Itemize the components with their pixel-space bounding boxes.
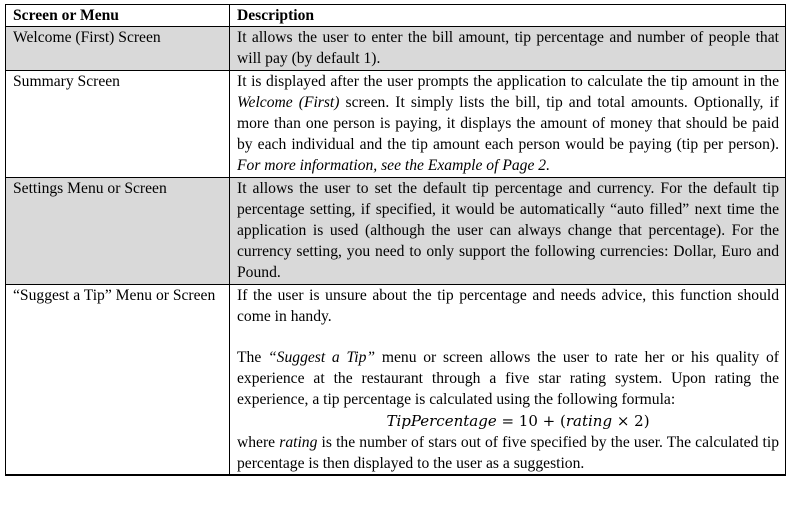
row-description-welcome: It allows the user to enter the bill amo… (229, 26, 786, 71)
suggest-tip-para1: If the user is unsure about the tip perc… (237, 286, 779, 325)
row-description-summary: It is displayed after the user prompts t… (229, 69, 786, 178)
row-name-summary: Summary Screen (5, 69, 230, 178)
formula-rest: × 2) (612, 411, 650, 430)
summary-text-note: For more information, see the Example of… (237, 157, 550, 175)
header-screen-or-menu: Screen or Menu (5, 3, 230, 28)
formula-eq: = 10 + ( (496, 411, 566, 430)
suggest-para2-before: The (237, 349, 268, 367)
table-row-summary: Summary Screen It is displayed after the… (5, 69, 786, 178)
table-row-settings: Settings Menu or Screen It allows the us… (5, 176, 786, 285)
table-row-welcome: Welcome (First) Screen It allows the use… (5, 26, 786, 71)
row-description-suggest-tip: If the user is unsure about the tip perc… (229, 283, 786, 477)
suggest-tip-para3: where rating is the number of stars out … (237, 432, 779, 474)
suggest-para3-after: is the number of stars out of five speci… (237, 433, 779, 473)
formula-lhs: TipPercentage (386, 411, 497, 430)
table-header-row: Screen or Menu Description (5, 3, 786, 28)
row-name-settings: Settings Menu or Screen (5, 176, 230, 285)
suggest-para3-before: where (237, 433, 280, 451)
header-description: Description (229, 3, 786, 28)
summary-text-before: It is displayed after the user prompts t… (237, 72, 779, 90)
suggest-para2-italic: “Suggest a Tip” (268, 349, 376, 367)
suggest-para3-italic: rating (279, 433, 318, 451)
tip-formula: TipPercentage = 10 + (rating × 2) (237, 411, 779, 432)
formula-var: rating (565, 411, 613, 430)
row-description-settings: It allows the user to set the default ti… (229, 176, 786, 285)
table-row-suggest-tip: “Suggest a Tip” Menu or Screen If the us… (5, 283, 786, 477)
suggest-tip-para2: The “Suggest a Tip” menu or screen allow… (237, 347, 779, 411)
screens-table: Screen or Menu Description Welcome (Firs… (5, 3, 786, 477)
summary-text-italic: Welcome (First) (237, 93, 340, 111)
row-name-suggest-tip: “Suggest a Tip” Menu or Screen (5, 283, 230, 477)
row-name-welcome: Welcome (First) Screen (5, 26, 230, 71)
